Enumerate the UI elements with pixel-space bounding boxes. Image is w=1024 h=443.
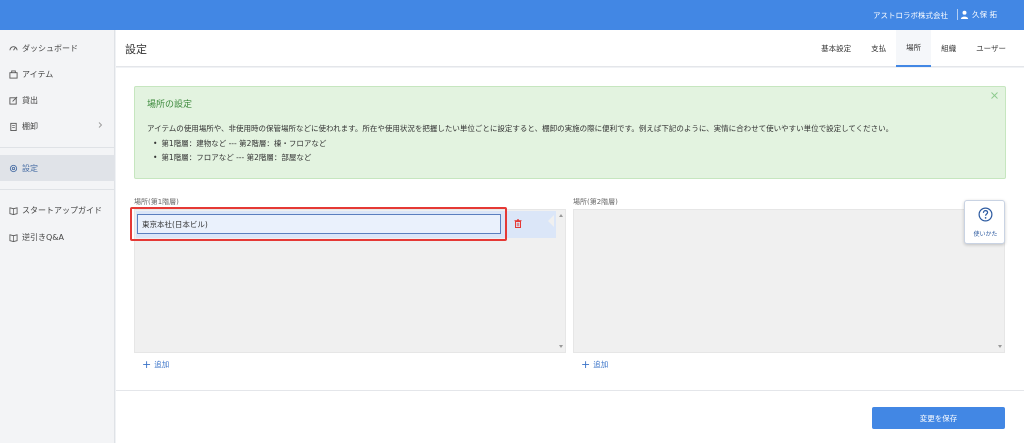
- settings-tabs: 基本設定 支払 場所 組織 ユーザー: [811, 30, 1024, 67]
- sidebar-item-label: スタートアップガイド: [22, 205, 102, 215]
- tab-payment[interactable]: 支払: [861, 30, 896, 67]
- add-label: 追加: [593, 360, 609, 369]
- book-icon: [9, 233, 18, 242]
- help-button[interactable]: 使いかた: [964, 200, 1005, 244]
- sidebar-item-label: 逆引きQ&A: [22, 232, 65, 242]
- sidebar-item-qa[interactable]: 逆引きQ&A: [0, 224, 115, 250]
- level1-label: 場所(第1階層): [134, 198, 179, 206]
- close-icon[interactable]: [991, 92, 998, 99]
- gauge-icon: [9, 45, 18, 51]
- info-title: 場所の設定: [147, 100, 193, 110]
- box-icon: [9, 69, 18, 79]
- trash-icon[interactable]: [514, 219, 522, 228]
- add-label: 追加: [154, 360, 170, 369]
- sidebar-item-label: ダッシュボード: [22, 43, 78, 53]
- page-header: 設定 基本設定 支払 場所 組織 ユーザー: [116, 30, 1024, 67]
- sidebar-item-items[interactable]: アイテム: [0, 61, 115, 87]
- clipboard-icon: [10, 122, 17, 131]
- sidebar-item-label: 貸出: [22, 95, 38, 105]
- main-content: 場所の設定 アイテムの使用場所や、非使用時の保管場所などに使われます。所在や使用…: [116, 68, 1024, 443]
- user-icon: [961, 10, 969, 19]
- chevron-right-icon: [98, 122, 103, 128]
- tab-basic-settings[interactable]: 基本設定: [811, 30, 861, 67]
- user-menu[interactable]: 久保 拓: [960, 9, 997, 20]
- sidebar-item-inventory[interactable]: 棚卸: [0, 113, 115, 139]
- add-level1-button[interactable]: + 追加: [142, 359, 169, 370]
- sidebar-divider: [0, 189, 115, 190]
- plus-icon: +: [142, 357, 152, 371]
- save-button[interactable]: 変更を保存: [872, 407, 1005, 429]
- footer-divider: [116, 390, 1024, 391]
- book-icon: [9, 206, 18, 215]
- sidebar: ダッシュボード アイテム 貸出 棚卸 設定 スタートアップガイド 逆引きQ&A: [0, 30, 115, 443]
- tab-users[interactable]: ユーザー: [966, 30, 1024, 67]
- user-name: 久保 拓: [972, 10, 997, 19]
- sidebar-item-label: 設定: [22, 163, 38, 173]
- add-level2-button[interactable]: + 追加: [581, 359, 608, 370]
- scroll-up-icon[interactable]: [559, 214, 563, 217]
- scrollbar[interactable]: [556, 210, 565, 352]
- sidebar-item-startup-guide[interactable]: スタートアップガイド: [0, 197, 115, 223]
- top-bar: アストロラボ株式会社 久保 拓: [0, 0, 1024, 30]
- info-bullet: 第1階層：フロアなど --- 第2階層：部屋など: [153, 152, 311, 163]
- level2-list: [573, 209, 1005, 353]
- page-title: 設定: [125, 43, 147, 56]
- company-name: アストロラボ株式会社: [873, 11, 948, 20]
- help-label: 使いかた: [973, 231, 998, 238]
- highlight-box: [130, 207, 507, 241]
- question-icon: [978, 207, 993, 222]
- sidebar-item-settings[interactable]: 設定: [0, 155, 115, 181]
- sidebar-item-label: アイテム: [22, 69, 54, 79]
- sidebar-item-dashboard[interactable]: ダッシュボード: [0, 35, 115, 61]
- edit-icon: [9, 96, 18, 105]
- topbar-divider: [957, 9, 958, 20]
- plus-icon: +: [581, 357, 591, 371]
- selection-pointer: [548, 215, 554, 227]
- tab-locations[interactable]: 場所: [896, 30, 932, 67]
- tab-organization[interactable]: 組織: [931, 30, 966, 67]
- info-box: 場所の設定 アイテムの使用場所や、非使用時の保管場所などに使われます。所在や使用…: [134, 86, 1006, 179]
- scroll-down-icon[interactable]: [998, 345, 1002, 348]
- sidebar-divider: [0, 147, 115, 148]
- sidebar-item-label: 棚卸: [22, 121, 38, 131]
- gear-icon: [9, 164, 18, 172]
- sidebar-item-lending[interactable]: 貸出: [0, 87, 115, 113]
- info-bullet: 第1階層：建物など --- 第2階層：棟・フロアなど: [153, 138, 326, 149]
- scroll-down-icon[interactable]: [559, 345, 563, 348]
- info-description: アイテムの使用場所や、非使用時の保管場所などに使われます。所在や使用状況を把握し…: [147, 124, 894, 133]
- level2-label: 場所(第2階層): [573, 198, 618, 206]
